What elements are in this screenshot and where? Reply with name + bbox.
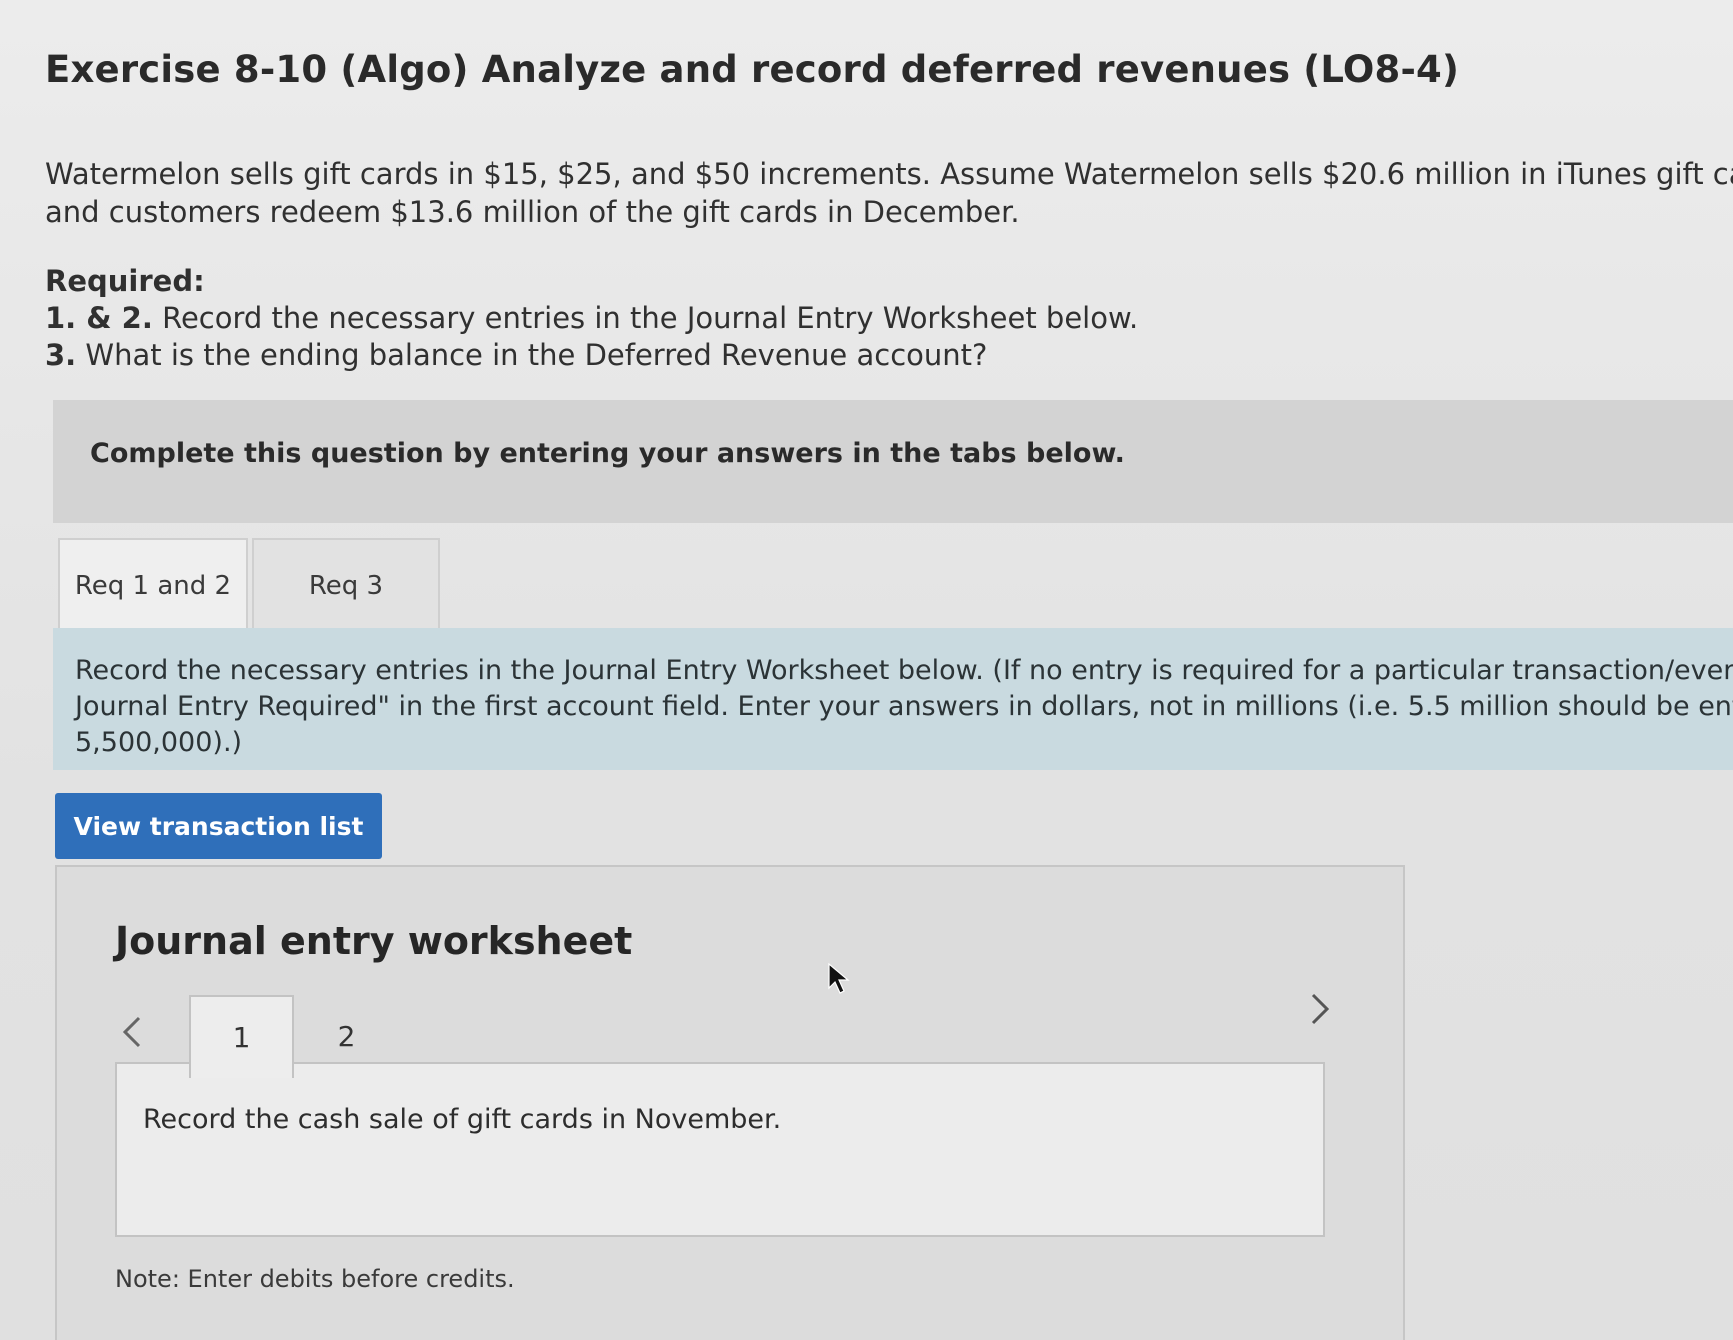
worksheet-tab-2[interactable]: 2 bbox=[294, 995, 399, 1078]
instruction-line-1: Record the necessary entries in the Jour… bbox=[75, 655, 1733, 686]
required-item-1-text: Record the necessary entries in the Jour… bbox=[152, 301, 1139, 335]
worksheet-tab-1-label: 1 bbox=[232, 1021, 251, 1054]
instruction-line-2: Journal Entry Required" in the first acc… bbox=[75, 691, 1733, 722]
required-item-2-text: What is the ending balance in the Deferr… bbox=[76, 338, 988, 372]
exercise-title: Exercise 8-10 (Algo) Analyze and record … bbox=[45, 48, 1460, 91]
required-label: Required: bbox=[45, 264, 205, 298]
worksheet-note: Note: Enter debits before credits. bbox=[115, 1265, 515, 1293]
worksheet-title: Journal entry worksheet bbox=[115, 919, 633, 963]
problem-text-line-2: and customers redeem $13.6 million of th… bbox=[45, 195, 1020, 229]
tab-req-1-and-2[interactable]: Req 1 and 2 bbox=[58, 538, 248, 631]
tab-req-3-label: Req 3 bbox=[308, 570, 384, 601]
problem-text-line-1: Watermelon sells gift cards in $15, $25,… bbox=[45, 157, 1733, 191]
banner-text: Complete this question by entering your … bbox=[90, 438, 1125, 469]
worksheet-tab-1[interactable]: 1 bbox=[189, 995, 294, 1078]
instruction-line-3: 5,500,000).) bbox=[75, 727, 243, 758]
required-item-2-number: 3. bbox=[45, 338, 77, 372]
required-item-2: 3. What is the ending balance in the Def… bbox=[45, 337, 1138, 374]
instructions-banner: Complete this question by entering your … bbox=[53, 400, 1733, 523]
required-item-1-number: 1. & 2. bbox=[45, 301, 153, 335]
page: Exercise 8-10 (Algo) Analyze and record … bbox=[0, 0, 1733, 1340]
mouse-cursor-icon bbox=[828, 962, 850, 994]
worksheet-entry-panel: Record the cash sale of gift cards in No… bbox=[115, 1062, 1325, 1237]
journal-entry-worksheet: Journal entry worksheet Record the cash … bbox=[55, 865, 1405, 1340]
entry-description: Record the cash sale of gift cards in No… bbox=[143, 1104, 782, 1135]
worksheet-tab-2-label: 2 bbox=[337, 1020, 356, 1053]
required-item-1: 1. & 2. Record the necessary entries in … bbox=[45, 300, 1138, 337]
problem-statement: Watermelon sells gift cards in $15, $25,… bbox=[45, 155, 1733, 231]
view-transaction-list-button[interactable]: View transaction list bbox=[55, 793, 382, 859]
tab-req-1-and-2-label: Req 1 and 2 bbox=[74, 570, 232, 601]
entry-instructions: Record the necessary entries in the Jour… bbox=[53, 628, 1733, 770]
tab-req-3[interactable]: Req 3 bbox=[252, 538, 440, 631]
required-section: Required: 1. & 2. Record the necessary e… bbox=[45, 263, 1138, 374]
chevron-right-icon[interactable] bbox=[1307, 989, 1333, 1036]
chevron-left-icon[interactable] bbox=[119, 1012, 145, 1059]
